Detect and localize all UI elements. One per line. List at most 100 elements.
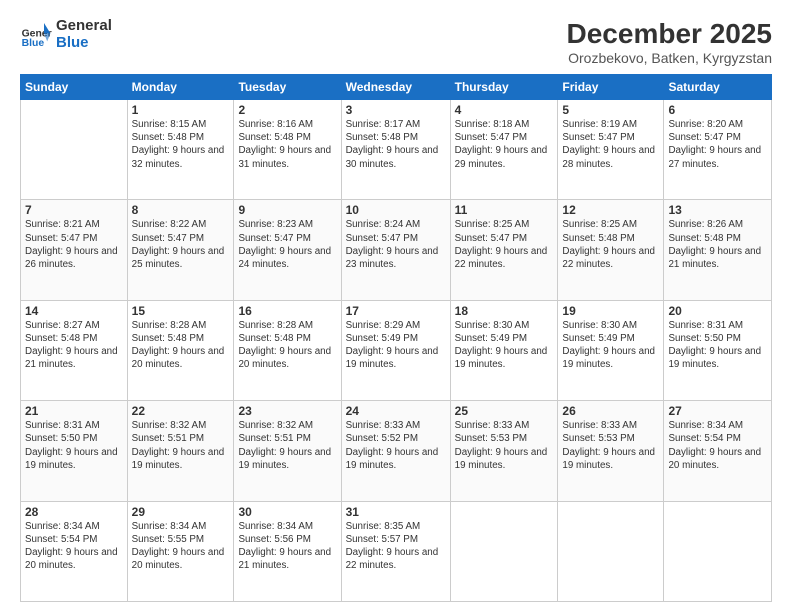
day-info: Sunrise: 8:24 AM Sunset: 5:47 PM Dayligh… [346,218,446,271]
header: General Blue General Blue December 2025 … [20,18,772,66]
calendar-cell: 25Sunrise: 8:33 AM Sunset: 5:53 PM Dayli… [450,401,558,501]
calendar-cell: 17Sunrise: 8:29 AM Sunset: 5:49 PM Dayli… [341,300,450,400]
calendar-week-1: 1Sunrise: 8:15 AM Sunset: 5:48 PM Daylig… [21,100,772,200]
calendar-cell: 13Sunrise: 8:26 AM Sunset: 5:48 PM Dayli… [664,200,772,300]
calendar-header-friday: Friday [558,75,664,100]
day-number: 6 [668,103,767,117]
calendar-header-wednesday: Wednesday [341,75,450,100]
day-number: 8 [132,203,230,217]
day-number: 2 [238,103,336,117]
day-number: 9 [238,203,336,217]
calendar-cell: 3Sunrise: 8:17 AM Sunset: 5:48 PM Daylig… [341,100,450,200]
calendar-cell: 22Sunrise: 8:32 AM Sunset: 5:51 PM Dayli… [127,401,234,501]
day-number: 5 [562,103,659,117]
calendar-cell: 14Sunrise: 8:27 AM Sunset: 5:48 PM Dayli… [21,300,128,400]
day-number: 23 [238,404,336,418]
calendar-cell: 9Sunrise: 8:23 AM Sunset: 5:47 PM Daylig… [234,200,341,300]
day-number: 19 [562,304,659,318]
day-number: 22 [132,404,230,418]
day-info: Sunrise: 8:35 AM Sunset: 5:57 PM Dayligh… [346,520,446,573]
title-block: December 2025 Orozbekovo, Batken, Kyrgyz… [567,18,772,66]
day-number: 14 [25,304,123,318]
calendar-header-monday: Monday [127,75,234,100]
day-info: Sunrise: 8:22 AM Sunset: 5:47 PM Dayligh… [132,218,230,271]
calendar-cell: 28Sunrise: 8:34 AM Sunset: 5:54 PM Dayli… [21,501,128,601]
day-number: 12 [562,203,659,217]
day-number: 27 [668,404,767,418]
logo: General Blue General Blue [20,18,112,51]
day-info: Sunrise: 8:26 AM Sunset: 5:48 PM Dayligh… [668,218,767,271]
day-number: 1 [132,103,230,117]
day-info: Sunrise: 8:31 AM Sunset: 5:50 PM Dayligh… [25,419,123,472]
day-info: Sunrise: 8:32 AM Sunset: 5:51 PM Dayligh… [238,419,336,472]
day-number: 4 [455,103,554,117]
calendar-cell: 19Sunrise: 8:30 AM Sunset: 5:49 PM Dayli… [558,300,664,400]
day-info: Sunrise: 8:30 AM Sunset: 5:49 PM Dayligh… [562,319,659,372]
day-info: Sunrise: 8:33 AM Sunset: 5:53 PM Dayligh… [455,419,554,472]
day-number: 11 [455,203,554,217]
day-number: 25 [455,404,554,418]
day-info: Sunrise: 8:33 AM Sunset: 5:53 PM Dayligh… [562,419,659,472]
calendar-cell: 29Sunrise: 8:34 AM Sunset: 5:55 PM Dayli… [127,501,234,601]
calendar-cell: 11Sunrise: 8:25 AM Sunset: 5:47 PM Dayli… [450,200,558,300]
calendar-cell: 16Sunrise: 8:28 AM Sunset: 5:48 PM Dayli… [234,300,341,400]
day-number: 24 [346,404,446,418]
day-number: 30 [238,505,336,519]
day-number: 3 [346,103,446,117]
day-info: Sunrise: 8:19 AM Sunset: 5:47 PM Dayligh… [562,118,659,171]
calendar-cell: 27Sunrise: 8:34 AM Sunset: 5:54 PM Dayli… [664,401,772,501]
calendar-cell: 4Sunrise: 8:18 AM Sunset: 5:47 PM Daylig… [450,100,558,200]
day-info: Sunrise: 8:31 AM Sunset: 5:50 PM Dayligh… [668,319,767,372]
logo-blue-text: Blue [56,35,112,52]
calendar-week-5: 28Sunrise: 8:34 AM Sunset: 5:54 PM Dayli… [21,501,772,601]
day-number: 21 [25,404,123,418]
calendar-cell: 24Sunrise: 8:33 AM Sunset: 5:52 PM Dayli… [341,401,450,501]
calendar-cell: 20Sunrise: 8:31 AM Sunset: 5:50 PM Dayli… [664,300,772,400]
day-number: 16 [238,304,336,318]
calendar-cell [450,501,558,601]
day-info: Sunrise: 8:20 AM Sunset: 5:47 PM Dayligh… [668,118,767,171]
logo-icon: General Blue [20,19,52,51]
day-info: Sunrise: 8:16 AM Sunset: 5:48 PM Dayligh… [238,118,336,171]
calendar-week-2: 7Sunrise: 8:21 AM Sunset: 5:47 PM Daylig… [21,200,772,300]
day-number: 20 [668,304,767,318]
day-info: Sunrise: 8:18 AM Sunset: 5:47 PM Dayligh… [455,118,554,171]
day-info: Sunrise: 8:33 AM Sunset: 5:52 PM Dayligh… [346,419,446,472]
calendar-cell [21,100,128,200]
day-info: Sunrise: 8:34 AM Sunset: 5:55 PM Dayligh… [132,520,230,573]
calendar-cell: 6Sunrise: 8:20 AM Sunset: 5:47 PM Daylig… [664,100,772,200]
day-number: 31 [346,505,446,519]
calendar-cell: 1Sunrise: 8:15 AM Sunset: 5:48 PM Daylig… [127,100,234,200]
day-number: 28 [25,505,123,519]
day-info: Sunrise: 8:28 AM Sunset: 5:48 PM Dayligh… [238,319,336,372]
day-number: 29 [132,505,230,519]
calendar-cell: 5Sunrise: 8:19 AM Sunset: 5:47 PM Daylig… [558,100,664,200]
calendar-cell: 12Sunrise: 8:25 AM Sunset: 5:48 PM Dayli… [558,200,664,300]
day-info: Sunrise: 8:32 AM Sunset: 5:51 PM Dayligh… [132,419,230,472]
logo-text: General Blue [56,18,112,51]
day-info: Sunrise: 8:23 AM Sunset: 5:47 PM Dayligh… [238,218,336,271]
calendar-cell: 30Sunrise: 8:34 AM Sunset: 5:56 PM Dayli… [234,501,341,601]
day-number: 26 [562,404,659,418]
calendar-cell: 23Sunrise: 8:32 AM Sunset: 5:51 PM Dayli… [234,401,341,501]
day-info: Sunrise: 8:21 AM Sunset: 5:47 PM Dayligh… [25,218,123,271]
calendar-header-tuesday: Tuesday [234,75,341,100]
day-info: Sunrise: 8:15 AM Sunset: 5:48 PM Dayligh… [132,118,230,171]
day-number: 18 [455,304,554,318]
day-number: 17 [346,304,446,318]
day-info: Sunrise: 8:27 AM Sunset: 5:48 PM Dayligh… [25,319,123,372]
calendar-cell: 15Sunrise: 8:28 AM Sunset: 5:48 PM Dayli… [127,300,234,400]
calendar-cell: 31Sunrise: 8:35 AM Sunset: 5:57 PM Dayli… [341,501,450,601]
calendar-cell: 2Sunrise: 8:16 AM Sunset: 5:48 PM Daylig… [234,100,341,200]
calendar-week-4: 21Sunrise: 8:31 AM Sunset: 5:50 PM Dayli… [21,401,772,501]
day-info: Sunrise: 8:25 AM Sunset: 5:47 PM Dayligh… [455,218,554,271]
day-info: Sunrise: 8:17 AM Sunset: 5:48 PM Dayligh… [346,118,446,171]
day-number: 10 [346,203,446,217]
calendar-table: SundayMondayTuesdayWednesdayThursdayFrid… [20,74,772,602]
main-title: December 2025 [567,18,772,50]
day-info: Sunrise: 8:30 AM Sunset: 5:49 PM Dayligh… [455,319,554,372]
calendar-cell: 10Sunrise: 8:24 AM Sunset: 5:47 PM Dayli… [341,200,450,300]
calendar-cell: 21Sunrise: 8:31 AM Sunset: 5:50 PM Dayli… [21,401,128,501]
calendar-cell: 26Sunrise: 8:33 AM Sunset: 5:53 PM Dayli… [558,401,664,501]
calendar-header-thursday: Thursday [450,75,558,100]
